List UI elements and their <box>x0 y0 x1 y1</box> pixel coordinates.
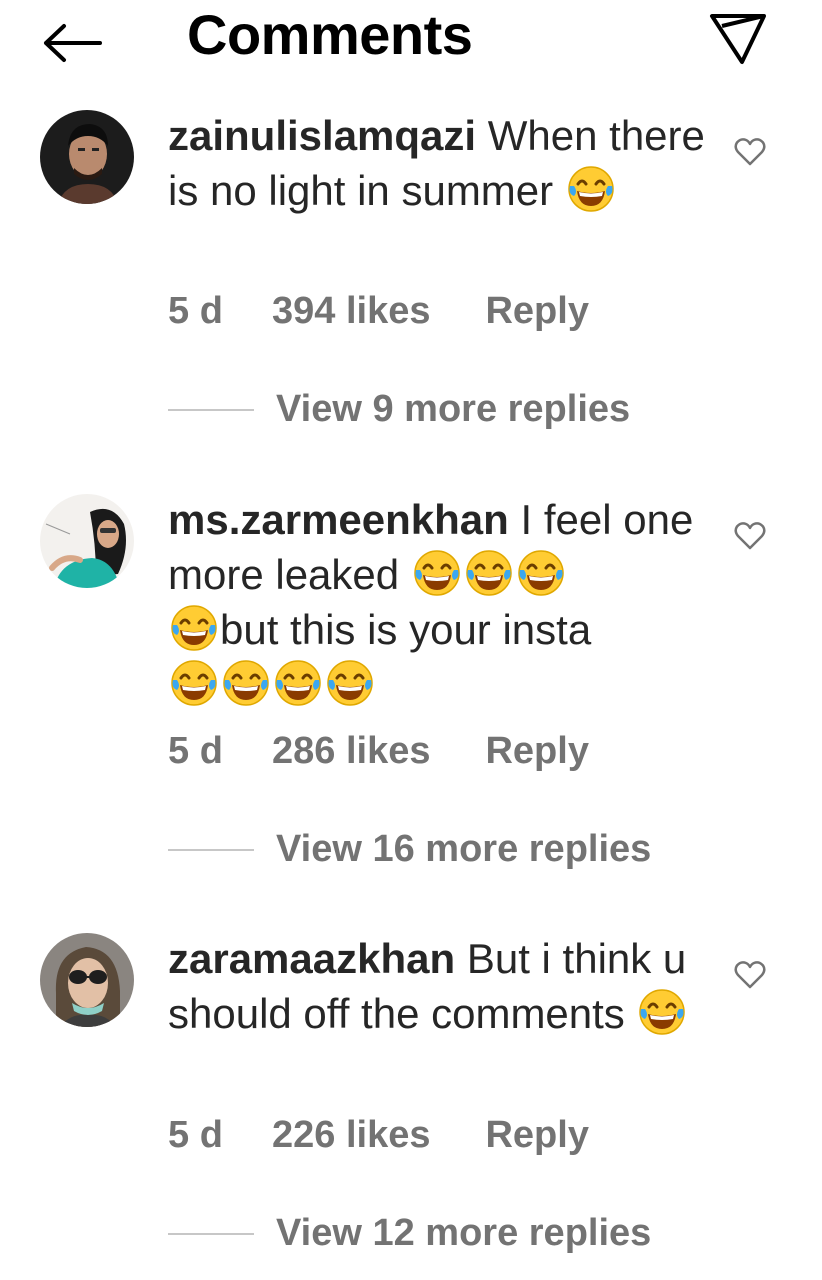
comment-meta: 5 d 394 likes Reply <box>168 290 589 333</box>
paper-plane-icon <box>710 14 766 64</box>
heart-outline-icon <box>734 138 766 166</box>
comment-username[interactable]: zaramaazkhan <box>168 935 455 982</box>
comment-likes[interactable]: 286 likes <box>272 730 430 773</box>
tears-of-joy-emoji <box>273 658 323 708</box>
comment-text: zainulislamqazi When there is no light i… <box>168 108 708 218</box>
avatar[interactable] <box>40 494 134 588</box>
view-replies-button[interactable]: View 9 more replies <box>168 388 630 431</box>
view-replies-label: View 16 more replies <box>276 828 652 870</box>
share-button[interactable] <box>704 8 772 70</box>
tears-of-joy-emoji <box>412 548 462 598</box>
view-replies-label: View 12 more replies <box>276 1212 652 1254</box>
arrow-left-icon <box>44 24 102 62</box>
divider-line <box>168 848 254 851</box>
top-bar: Comments <box>0 0 822 80</box>
tears-of-joy-emoji <box>566 164 616 214</box>
page-title: Comments <box>187 3 473 66</box>
heart-outline-icon <box>734 522 766 550</box>
tears-of-joy-emoji <box>169 658 219 708</box>
comment-time: 5 d <box>168 290 223 332</box>
comment-text: ms.zarmeenkhan I feel one more leaked bu… <box>168 492 708 712</box>
comment-meta: 5 d 286 likes Reply <box>168 730 589 773</box>
reply-button[interactable]: Reply <box>485 1114 588 1157</box>
tears-of-joy-emoji <box>221 658 271 708</box>
divider-line <box>168 408 254 411</box>
reply-button[interactable]: Reply <box>485 290 588 333</box>
avatar[interactable] <box>40 110 134 204</box>
comment-likes[interactable]: 226 likes <box>272 1114 430 1157</box>
view-replies-button[interactable]: View 16 more replies <box>168 828 651 871</box>
tears-of-joy-emoji <box>637 987 687 1037</box>
divider-line <box>168 1232 254 1235</box>
like-heart-button[interactable] <box>728 130 772 174</box>
comment-time: 5 d <box>168 730 223 772</box>
like-heart-button[interactable] <box>728 953 772 997</box>
comment-time: 5 d <box>168 1114 223 1156</box>
view-replies-button[interactable]: View 12 more replies <box>168 1212 651 1255</box>
view-replies-label: View 9 more replies <box>276 388 631 430</box>
comment-body-continued: but this is your insta <box>220 606 592 653</box>
tears-of-joy-emoji <box>516 548 566 598</box>
comment-meta: 5 d 226 likes Reply <box>168 1114 589 1157</box>
reply-button[interactable]: Reply <box>485 730 588 773</box>
comment-text: zaramaazkhan But i think u should off th… <box>168 931 708 1041</box>
back-button[interactable] <box>38 14 106 72</box>
tears-of-joy-emoji <box>464 548 514 598</box>
comment-username[interactable]: ms.zarmeenkhan <box>168 496 509 543</box>
heart-outline-icon <box>734 961 766 989</box>
tears-of-joy-emoji <box>325 658 375 708</box>
avatar[interactable] <box>40 933 134 1027</box>
tears-of-joy-emoji <box>169 603 219 653</box>
comment-username[interactable]: zainulislamqazi <box>168 112 476 159</box>
like-heart-button[interactable] <box>728 514 772 558</box>
comment-likes[interactable]: 394 likes <box>272 290 430 333</box>
